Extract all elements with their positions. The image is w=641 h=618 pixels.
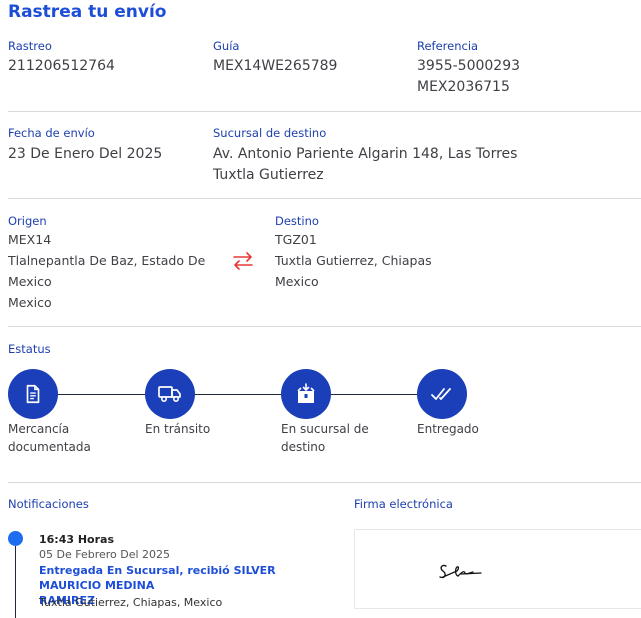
sucursal-destino-label: Sucursal de destino: [213, 126, 327, 140]
status-step-documentada: [8, 369, 58, 419]
notification-date: 05 De Febrero Del 2025: [39, 548, 171, 561]
rastreo-label: Rastreo: [8, 39, 52, 53]
fecha-envio-label: Fecha de envío: [8, 126, 95, 140]
divider: [8, 326, 641, 327]
notification-location: Tuxtla Gutierrez, Chiapas, Mexico: [39, 596, 223, 609]
origen-code: MEX14: [8, 232, 52, 247]
guia-value: MEX14WE265789: [213, 58, 338, 74]
signature-box: [354, 529, 641, 609]
origen-line-1: Tlalnepantla De Baz, Estado De: [8, 253, 206, 268]
fecha-envio-value: 23 De Enero Del 2025: [8, 146, 163, 162]
double-check-icon: [431, 388, 451, 400]
rastreo-value: 211206512764: [8, 58, 115, 74]
status-step-label-line: En tránsito: [145, 422, 211, 436]
signature-image: [439, 564, 482, 579]
status-step-label-line: Mercancía: [8, 422, 70, 436]
status-step-entregado: [417, 369, 467, 419]
destino-line-1: Tuxtla Gutierrez, Chiapas: [275, 253, 432, 268]
package-icon: [297, 383, 315, 403]
swap-arrows-icon: [233, 252, 253, 270]
divider: [8, 482, 641, 483]
status-step-label: Entregado: [417, 420, 527, 438]
page-title: Rastrea tu envío: [8, 2, 167, 22]
status-step-label: En sucursal de destino: [281, 420, 391, 456]
firma-electronica-label: Firma electrónica: [354, 497, 453, 511]
sucursal-destino-value-1: Av. Antonio Pariente Algarin 148, Las To…: [213, 146, 518, 162]
referencia-value-2: MEX2036715: [417, 79, 510, 95]
divider: [8, 111, 641, 112]
estatus-label: Estatus: [8, 342, 51, 356]
status-step-label-line: destino: [281, 440, 326, 454]
notification-time: 16:43 Horas: [39, 533, 115, 546]
destino-code: TGZ01: [275, 232, 317, 247]
notificaciones-label: Notificaciones: [8, 497, 89, 511]
status-step-label-line: documentada: [8, 440, 91, 454]
timeline-dot: [8, 531, 23, 546]
document-icon: [26, 384, 40, 404]
origen-label: Origen: [8, 214, 47, 228]
status-step-label: En tránsito: [145, 420, 255, 438]
notification-status-line: Entregada En Sucursal, recibió SILVER MA…: [39, 564, 276, 592]
referencia-value-1: 3955-5000293: [417, 58, 521, 74]
status-step-label-line: En sucursal de: [281, 422, 369, 436]
origen-line-3: Mexico: [8, 295, 52, 310]
status-step-transito: [145, 369, 195, 419]
origen-line-2: Mexico: [8, 274, 52, 289]
status-step-label: Mercancía documentada: [8, 420, 118, 456]
referencia-label: Referencia: [417, 39, 479, 53]
truck-icon: [158, 386, 181, 403]
guia-label: Guía: [213, 39, 240, 53]
destino-line-2: Mexico: [275, 274, 319, 289]
divider: [8, 198, 641, 199]
destino-label: Destino: [275, 214, 319, 228]
status-step-label-line: Entregado: [417, 422, 479, 436]
status-progress-line: [58, 394, 418, 395]
timeline-line: [15, 546, 16, 618]
status-step-sucursal: [281, 369, 331, 419]
sucursal-destino-value-2: Tuxtla Gutierrez: [213, 167, 324, 183]
